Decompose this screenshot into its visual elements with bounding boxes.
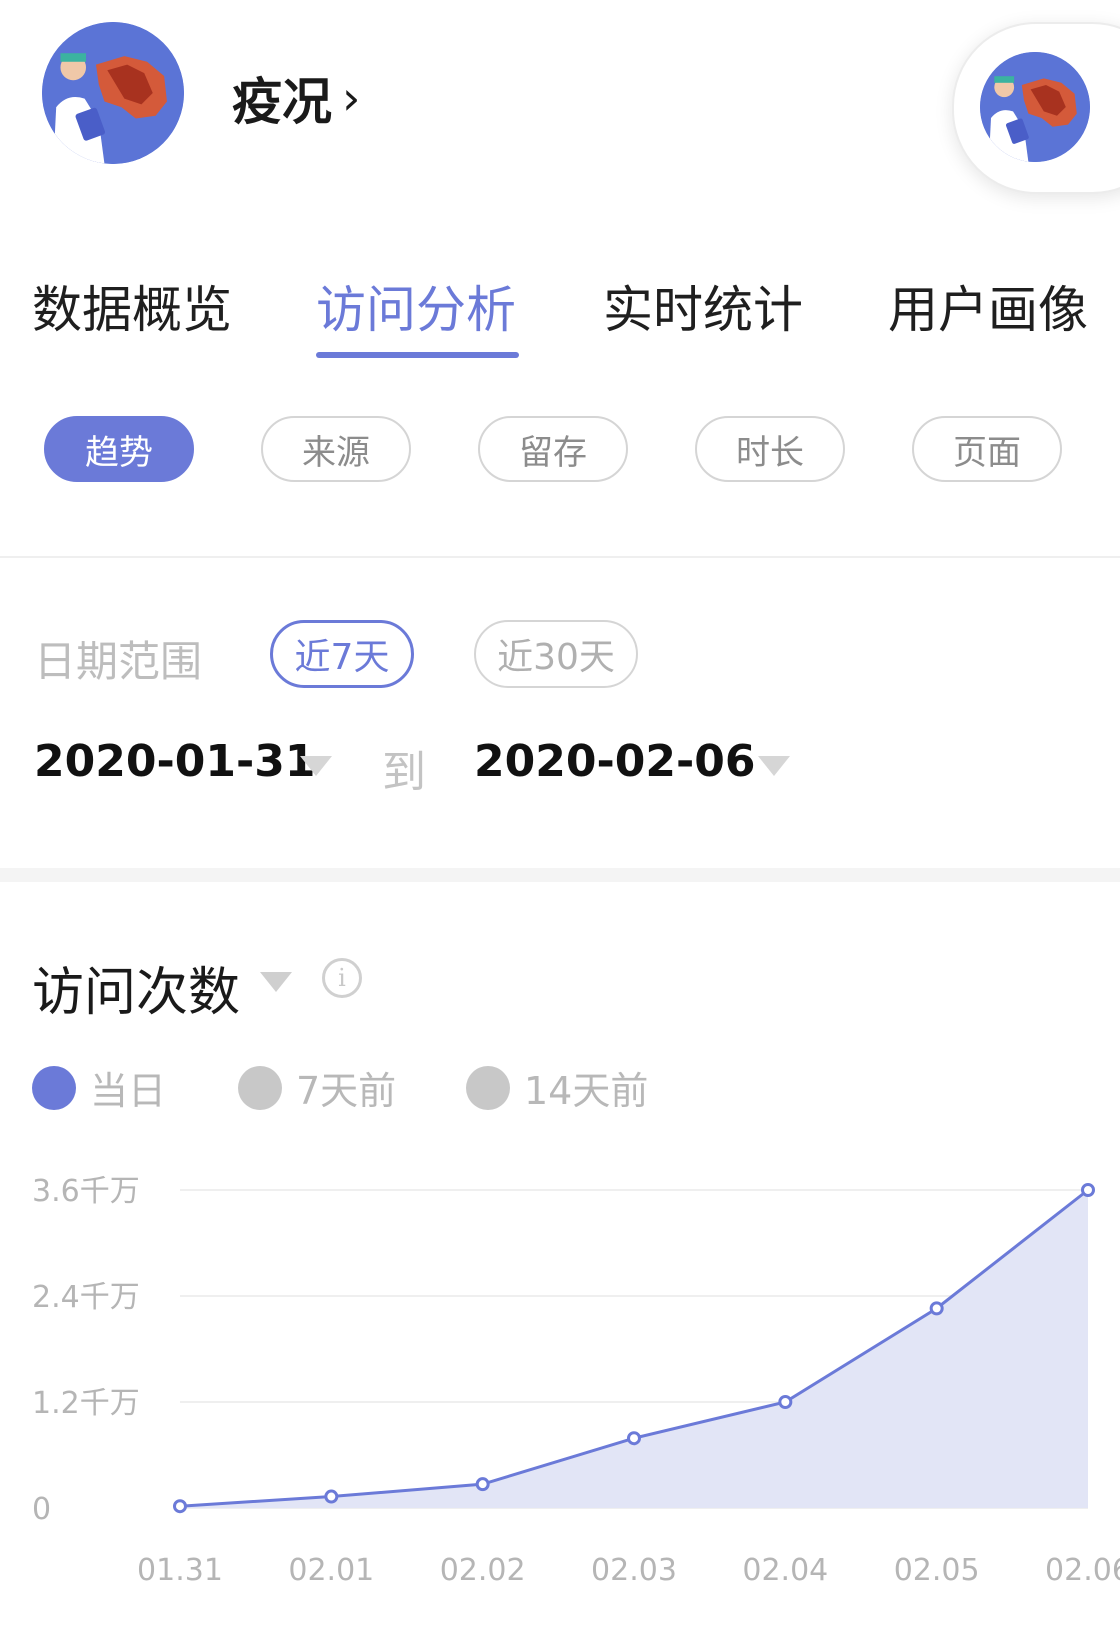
app-title-text: 疫况 <box>232 73 332 131</box>
tab-overview[interactable]: 数据概览 <box>32 270 232 342</box>
end-date-picker[interactable]: 2020-02-06 <box>474 736 755 787</box>
x-tick-label: 02.03 <box>591 1553 677 1588</box>
doctor-map-icon <box>42 22 184 164</box>
legend-label: 当日 <box>90 1069 167 1113</box>
y-tick-label: 0 <box>32 1492 51 1527</box>
data-point <box>324 1489 339 1504</box>
section-divider <box>0 868 1120 882</box>
y-tick-label: 3.6千万 <box>32 1174 140 1209</box>
legend-item-14-days-ago[interactable]: 14天前 <box>466 1060 648 1115</box>
range-7-days-button[interactable]: 近7天 <box>270 620 414 688</box>
visits-chart: 0 1.2千万 2.4千万 3.6千万 01.31 02.01 02.02 02.03 02.0… <box>32 1174 1120 1588</box>
x-tick-label: 02.04 <box>742 1553 828 1588</box>
legend-dot <box>466 1065 510 1110</box>
x-tick-label: 02.02 <box>440 1553 526 1588</box>
subtab-duration[interactable]: 时长 <box>695 416 845 482</box>
y-tick-label: 1.2千万 <box>32 1386 140 1421</box>
date-range-label: 日期范围 <box>34 637 203 686</box>
tab-user-profile[interactable]: 用户画像 <box>888 270 1088 342</box>
metric-title[interactable]: 访问次数 <box>32 950 240 1025</box>
y-tick-label: 2.4千万 <box>32 1280 140 1315</box>
start-date-picker[interactable]: 2020-01-31 <box>34 736 315 787</box>
data-point <box>778 1395 793 1409</box>
date-range-to-label: 到 <box>382 747 426 798</box>
range-30-days-button[interactable]: 近30天 <box>474 620 638 688</box>
tab-visit-analysis[interactable]: 访问分析 <box>316 270 516 342</box>
subtab-source[interactable]: 来源 <box>261 416 411 482</box>
main-tabs: 数据概览 访问分析 实时统计 用户画像 <box>0 270 1120 358</box>
info-icon[interactable]: i <box>322 958 362 998</box>
chevron-right-icon: › <box>342 71 361 125</box>
x-tick-label: 01.31 <box>137 1553 223 1588</box>
data-point <box>929 1301 944 1316</box>
chevron-down-icon[interactable] <box>300 756 332 776</box>
chevron-down-icon[interactable] <box>758 756 790 776</box>
x-tick-label: 02.05 <box>894 1553 980 1588</box>
subtab-trend[interactable]: 趋势 <box>44 416 194 482</box>
floating-avatar[interactable] <box>980 52 1090 162</box>
legend-item-7-days-ago[interactable]: 7天前 <box>238 1060 396 1115</box>
data-point <box>173 1499 187 1514</box>
legend-label: 14天前 <box>524 1069 649 1113</box>
x-tick-label: 02.06 <box>1045 1553 1120 1588</box>
data-point <box>627 1431 641 1446</box>
x-tick-label: 02.01 <box>288 1553 374 1588</box>
subtab-pages[interactable]: 页面 <box>912 416 1062 482</box>
divider <box>0 556 1120 558</box>
data-point <box>1081 1183 1095 1197</box>
data-point <box>475 1477 490 1492</box>
legend-dot <box>32 1065 76 1110</box>
legend-dot <box>238 1065 282 1110</box>
doctor-map-icon <box>980 52 1090 162</box>
app-title[interactable]: 疫况 › <box>232 62 360 134</box>
active-tab-indicator <box>316 352 519 358</box>
tab-realtime[interactable]: 实时统计 <box>603 270 803 342</box>
subtab-retention[interactable]: 留存 <box>478 416 628 482</box>
metric-dropdown-icon[interactable] <box>260 972 292 992</box>
series-area <box>180 1190 1088 1508</box>
legend-label: 7天前 <box>296 1069 397 1113</box>
legend-item-today[interactable]: 当日 <box>32 1060 166 1115</box>
avatar[interactable] <box>42 22 184 164</box>
